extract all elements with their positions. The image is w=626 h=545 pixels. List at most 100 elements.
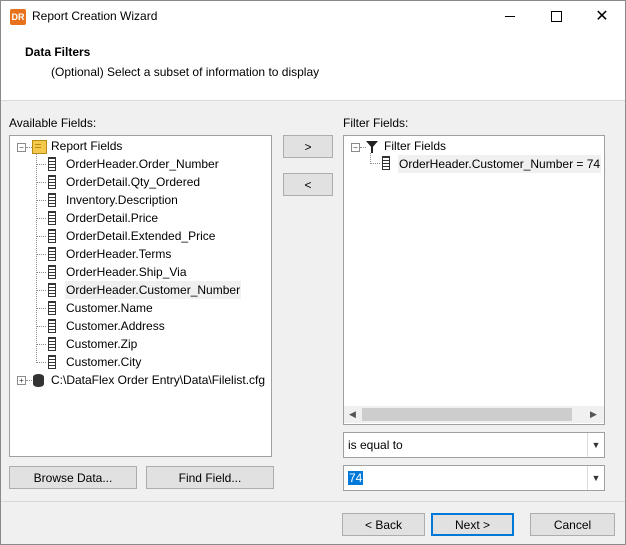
- field-item[interactable]: Customer.Zip: [65, 335, 138, 353]
- datasource-label: C:\DataFlex Order Entry\Data\Filelist.cf…: [51, 373, 266, 387]
- filter-horizontal-scrollbar[interactable]: ◀ ▶: [344, 406, 604, 423]
- field-item-label: OrderHeader.Customer_Number: [65, 281, 242, 299]
- field-icon: [48, 247, 56, 261]
- footer-divider: [1, 501, 625, 502]
- filter-fields-tree[interactable]: − Filter Fields OrderHeader.Customer_Num…: [343, 135, 605, 425]
- field-icon: [48, 229, 56, 243]
- datasource-node[interactable]: C:\DataFlex Order Entry\Data\Filelist.cf…: [51, 371, 265, 389]
- tree-line: [36, 272, 46, 273]
- maximize-icon: [550, 11, 562, 22]
- field-item[interactable]: OrderHeader.Customer_Number: [65, 281, 242, 299]
- field-item-label: Customer.Zip: [66, 337, 138, 351]
- field-item-label: Customer.Name: [66, 301, 153, 315]
- field-item-label: Customer.City: [66, 355, 142, 369]
- find-field-button[interactable]: Find Field...: [146, 466, 274, 489]
- browse-data-button[interactable]: Browse Data...: [9, 466, 137, 489]
- field-icon: [48, 319, 56, 333]
- chevron-down-icon[interactable]: ▼: [587, 433, 604, 457]
- tree-line: [36, 290, 46, 291]
- filter-root-node[interactable]: Filter Fields: [384, 137, 446, 155]
- tree-line: [36, 153, 37, 361]
- filter-item-label: OrderHeader.Customer_Number = 74: [398, 155, 602, 173]
- field-item-label: OrderHeader.Ship_Via: [66, 265, 187, 279]
- field-icon: [48, 265, 56, 279]
- chevron-down-icon[interactable]: ▼: [587, 466, 604, 490]
- cancel-button[interactable]: Cancel: [530, 513, 615, 536]
- field-item-label: Customer.Address: [66, 319, 165, 333]
- operator-value: is equal to: [348, 438, 403, 452]
- value-text: 74: [348, 471, 364, 485]
- page-subtitle: (Optional) Select a subset of informatio…: [51, 65, 320, 79]
- field-item-label: OrderDetail.Qty_Ordered: [66, 175, 201, 189]
- database-icon: [33, 374, 44, 387]
- report-fields-label: Report Fields: [51, 139, 123, 153]
- tree-line: [36, 182, 46, 183]
- field-icon: [48, 301, 56, 315]
- field-icon: [382, 156, 390, 170]
- field-icon: [48, 211, 56, 225]
- filter-icon: [366, 141, 378, 153]
- field-icon: [48, 175, 56, 189]
- value-combo[interactable]: 74 ▼: [343, 465, 605, 491]
- field-item[interactable]: Customer.City: [65, 353, 142, 371]
- field-icon: [48, 355, 56, 369]
- field-item[interactable]: OrderDetail.Extended_Price: [65, 227, 216, 245]
- field-item-label: OrderDetail.Price: [66, 211, 159, 225]
- remove-filter-button[interactable]: <: [283, 173, 333, 196]
- scroll-left-icon[interactable]: ◀: [344, 406, 361, 423]
- scroll-right-icon[interactable]: ▶: [585, 406, 602, 423]
- page-title: Data Filters: [25, 45, 91, 59]
- tree-line: [36, 164, 46, 165]
- field-item[interactable]: Customer.Address: [65, 317, 166, 335]
- report-fields-node[interactable]: Report Fields: [51, 137, 122, 155]
- maximize-button[interactable]: [533, 1, 579, 32]
- field-item-label: Inventory.Description: [66, 193, 178, 207]
- tree-line: [26, 380, 32, 381]
- tree-line: [370, 163, 380, 164]
- field-item[interactable]: Inventory.Description: [65, 191, 179, 209]
- tree-line: [36, 362, 46, 363]
- close-icon: ✕: [595, 7, 609, 25]
- tree-line: [36, 200, 46, 201]
- collapse-icon[interactable]: −: [17, 143, 26, 152]
- available-fields-label: Available Fields:: [9, 116, 97, 130]
- field-item[interactable]: OrderHeader.Terms: [65, 245, 172, 263]
- field-item[interactable]: OrderHeader.Order_Number: [65, 155, 220, 173]
- field-icon: [48, 283, 56, 297]
- title-bar: DR Report Creation Wizard ✕: [1, 1, 625, 32]
- expand-icon[interactable]: +: [17, 376, 26, 385]
- back-button[interactable]: < Back: [342, 513, 425, 536]
- window-title: Report Creation Wizard: [32, 9, 158, 23]
- report-fields-icon: [32, 140, 47, 154]
- field-item-label: OrderDetail.Extended_Price: [66, 229, 216, 243]
- tree-line: [36, 254, 46, 255]
- minimize-button[interactable]: [487, 1, 533, 32]
- field-item-label: OrderHeader.Order_Number: [66, 157, 219, 171]
- app-icon: DR: [10, 9, 26, 25]
- tree-line: [36, 326, 46, 327]
- wizard-window: DR Report Creation Wizard ✕ Data Filters…: [0, 0, 626, 545]
- next-button[interactable]: Next >: [431, 513, 514, 536]
- filter-item[interactable]: OrderHeader.Customer_Number = 74: [398, 155, 602, 173]
- filter-fields-label: Filter Fields:: [343, 116, 409, 130]
- wizard-header: Data Filters (Optional) Select a subset …: [1, 32, 625, 101]
- close-button[interactable]: ✕: [579, 1, 625, 32]
- available-fields-tree[interactable]: − Report Fields OrderHeader.Order_Number Or…: [9, 135, 272, 457]
- add-filter-button[interactable]: >: [283, 135, 333, 158]
- tree-line: [36, 344, 46, 345]
- field-icon: [48, 157, 56, 171]
- field-item[interactable]: Customer.Name: [65, 299, 154, 317]
- tree-line: [36, 218, 46, 219]
- field-icon: [48, 193, 56, 207]
- tree-line: [36, 236, 46, 237]
- field-item-label: OrderHeader.Terms: [66, 247, 172, 261]
- scroll-thumb[interactable]: [362, 408, 572, 421]
- field-item[interactable]: OrderDetail.Qty_Ordered: [65, 173, 201, 191]
- field-item[interactable]: OrderDetail.Price: [65, 209, 159, 227]
- field-icon: [48, 337, 56, 351]
- operator-combo[interactable]: is equal to ▼: [343, 432, 605, 458]
- tree-line: [36, 308, 46, 309]
- collapse-icon[interactable]: −: [351, 143, 360, 152]
- field-item[interactable]: OrderHeader.Ship_Via: [65, 263, 188, 281]
- filter-root-label: Filter Fields: [384, 139, 447, 153]
